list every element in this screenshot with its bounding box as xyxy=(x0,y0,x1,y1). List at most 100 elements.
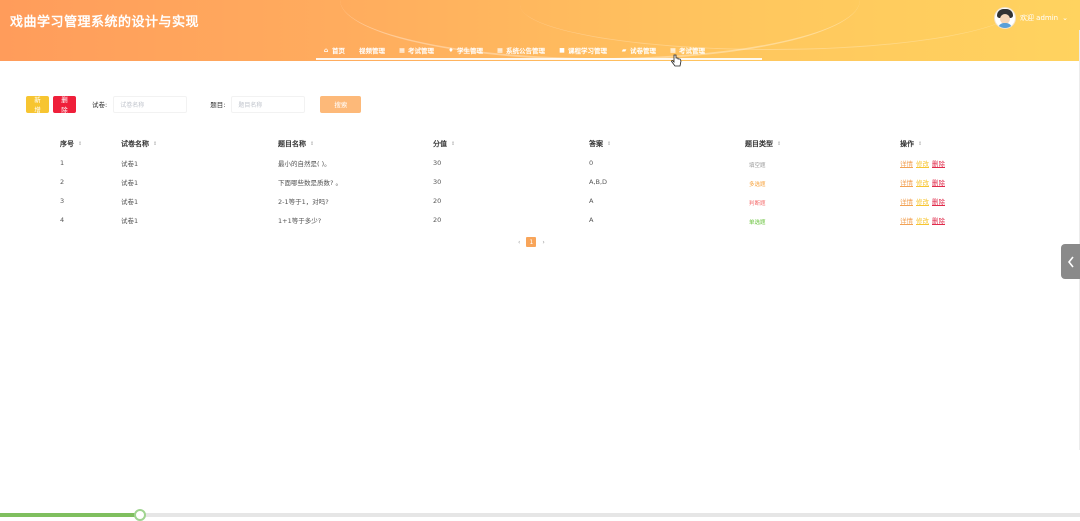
nav-item-3[interactable]: ♦ 学生管理 xyxy=(441,40,490,60)
person-icon: ♦ xyxy=(448,46,454,54)
cell-actions: 详情 修改 删除 xyxy=(900,210,945,229)
cell-type: 填空题 xyxy=(745,153,770,172)
add-button[interactable]: 新增 xyxy=(26,95,49,114)
nav-item-label: 考试管理 xyxy=(679,47,705,55)
nav-item-label: 系统公告管理 xyxy=(506,47,545,55)
nav-underline xyxy=(316,58,762,60)
cell-question: 1+1等于多少? xyxy=(278,216,322,225)
cell-no: 3 xyxy=(60,196,65,205)
cell-type: 单选题 xyxy=(745,210,770,229)
edit-link[interactable]: 修改 xyxy=(916,158,929,168)
column-header-label: 题目类型 xyxy=(745,139,773,148)
sort-icon[interactable]: ⇕ xyxy=(78,141,82,147)
sort-icon[interactable]: ⇕ xyxy=(310,141,314,147)
cell-paper: 试卷1 xyxy=(121,197,139,206)
questions-table: 序号 ⇕ 试卷名称 ⇕ 题目名称 ⇕ 分值 ⇕ 答案 ⇕ 题目类型 ⇕ 操作 ⇕ 1 试卷1 最小的自然是( … xyxy=(60,134,1060,229)
cell-question: 下面哪些数是质数? 。 xyxy=(278,178,343,187)
column-header[interactable]: 答案 ⇕ xyxy=(589,134,611,153)
nav-item-label: 考试管理 xyxy=(408,47,434,55)
cell-score: 30 xyxy=(433,158,442,167)
edit-link[interactable]: 修改 xyxy=(916,177,929,187)
column-header[interactable]: 操作 ⇕ xyxy=(900,134,922,153)
app-title: 戏曲学习管理系统的设计与实现 xyxy=(10,15,200,30)
chevron-left-icon[interactable] xyxy=(1067,256,1075,268)
column-header[interactable]: 分值 ⇕ xyxy=(433,134,455,153)
search-button[interactable]: 搜索 xyxy=(320,95,362,113)
detail-link[interactable]: 详情 xyxy=(900,158,913,168)
column-header-label: 试卷名称 xyxy=(121,139,149,148)
nav-item-2[interactable]: ▦ 考试管理 xyxy=(392,40,441,60)
top-header: 戏曲学习管理系统的设计与实现 欢迎 admin ⌄ ⌂ 首页 视频管理 ▦ 考试管理 ♦ 学… xyxy=(0,0,1080,61)
delete-link[interactable]: 删除 xyxy=(932,158,945,168)
cell-actions: 详情 修改 删除 xyxy=(900,153,945,172)
paper-name-input[interactable]: 试卷名称 xyxy=(113,95,188,113)
column-header[interactable]: 序号 ⇕ xyxy=(60,134,82,153)
detail-link[interactable]: 详情 xyxy=(900,215,913,225)
delete-link[interactable]: 删除 xyxy=(932,215,945,225)
cell-actions: 详情 修改 删除 xyxy=(900,172,945,191)
cell-score: 20 xyxy=(433,215,442,224)
nav-item-4[interactable]: ▦ 系统公告管理 xyxy=(490,40,552,60)
chevron-down-icon[interactable]: ⌄ xyxy=(1062,14,1068,22)
user-menu[interactable]: 欢迎 admin ⌄ xyxy=(993,7,1068,29)
user-greeting[interactable]: 欢迎 admin xyxy=(1020,13,1058,23)
delete-link[interactable]: 删除 xyxy=(932,177,945,187)
prev-page-button[interactable]: ‹ xyxy=(518,239,520,246)
paper-filter-label: 试卷: xyxy=(92,101,108,109)
avatar[interactable] xyxy=(993,7,1016,29)
main-nav: ⌂ 首页 视频管理 ▦ 考试管理 ♦ 学生管理 ▦ 系统公告管理 ■ 课程学习管理 ▰ 试卷管理 ▦ 考试管… xyxy=(316,40,712,60)
nav-item-6[interactable]: ▰ 试卷管理 xyxy=(614,40,663,60)
nav-item-label: 学生管理 xyxy=(457,47,483,55)
side-panel-toggle[interactable] xyxy=(1061,244,1080,279)
cell-score: 30 xyxy=(433,177,442,186)
search-toolbar: 新增 删除 试卷: 试卷名称 题目: 题目名称 搜索 xyxy=(26,95,362,114)
column-header-label: 答案 xyxy=(589,139,603,148)
edit-link[interactable]: 修改 xyxy=(916,215,929,225)
table-icon: ▦ xyxy=(399,46,405,54)
nav-item-1[interactable]: 视频管理 xyxy=(352,40,392,60)
detail-link[interactable]: 详情 xyxy=(900,177,913,187)
sort-icon[interactable]: ⇕ xyxy=(153,141,157,147)
question-name-input[interactable]: 题目名称 xyxy=(231,95,306,113)
column-header[interactable]: 题目名称 ⇕ xyxy=(278,134,314,153)
sort-icon[interactable]: ⇕ xyxy=(918,141,922,147)
cell-type: 多选题 xyxy=(745,172,770,191)
cell-actions: 详情 修改 删除 xyxy=(900,191,945,210)
cell-no: 2 xyxy=(60,177,65,186)
progress-handle[interactable] xyxy=(134,509,147,521)
nav-item-0[interactable]: ⌂ 首页 xyxy=(316,40,352,60)
sort-icon[interactable]: ⇕ xyxy=(607,141,611,147)
hand-cursor-icon xyxy=(671,54,682,67)
book-icon: ■ xyxy=(559,46,565,54)
home-icon: ⌂ xyxy=(323,46,329,54)
nav-item-label: 首页 xyxy=(332,47,345,55)
question-type-tag: 单选题 xyxy=(749,219,766,226)
delete-link[interactable]: 删除 xyxy=(932,196,945,206)
table-icon: ▦ xyxy=(497,46,503,54)
column-header[interactable]: 试卷名称 ⇕ xyxy=(121,134,157,153)
cell-score: 20 xyxy=(433,196,442,205)
next-page-button[interactable]: › xyxy=(542,239,544,246)
pagination: ‹ 1 › xyxy=(518,237,545,247)
table-row: 2 试卷1 下面哪些数是质数? 。 30 A,B,D 多选题 详情 修改 删除 xyxy=(60,172,1060,191)
cell-question: 2-1等于1，对吗? xyxy=(278,197,329,206)
question-type-tag: 判断题 xyxy=(749,200,766,207)
cell-answer: 0 xyxy=(589,158,594,167)
delete-button[interactable]: 删除 xyxy=(53,95,76,114)
cell-answer: A xyxy=(589,196,594,205)
nav-item-5[interactable]: ■ 课程学习管理 xyxy=(552,40,614,60)
table-row: 4 试卷1 1+1等于多少? 20 A 单选题 详情 修改 删除 xyxy=(60,210,1060,229)
edit-link[interactable]: 修改 xyxy=(916,196,929,206)
folder-icon: ▰ xyxy=(621,46,627,54)
cell-answer: A,B,D xyxy=(589,177,608,186)
question-filter-label: 题目: xyxy=(210,101,226,109)
detail-link[interactable]: 详情 xyxy=(900,196,913,206)
cell-answer: A xyxy=(589,215,594,224)
video-progress-bar[interactable] xyxy=(0,509,1080,521)
table-row: 3 试卷1 2-1等于1，对吗? 20 A 判断题 详情 修改 删除 xyxy=(60,191,1060,210)
page-number-current[interactable]: 1 xyxy=(526,237,537,247)
table-icon: ▦ xyxy=(670,46,676,54)
sort-icon[interactable]: ⇕ xyxy=(777,141,781,147)
sort-icon[interactable]: ⇕ xyxy=(451,141,455,147)
column-header[interactable]: 题目类型 ⇕ xyxy=(745,134,781,153)
